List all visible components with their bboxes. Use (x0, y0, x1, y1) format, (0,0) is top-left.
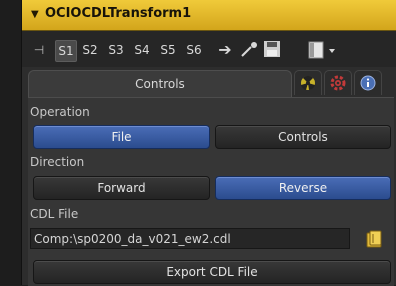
operation-controls-button[interactable]: Controls (215, 125, 391, 149)
version-s6-button[interactable]: S6 (183, 40, 205, 60)
direction-reverse-button[interactable]: Reverse (215, 176, 391, 200)
tab-info[interactable] (354, 70, 382, 95)
pin-icon[interactable]: ⊣ (30, 40, 48, 60)
node-header[interactable]: ▼ OCIOCDLTransform1 (22, 0, 396, 31)
node-title: OCIOCDLTransform1 (45, 6, 192, 21)
direction-forward-button[interactable]: Forward (33, 176, 210, 200)
inspector-panel: ▼ OCIOCDLTransform1 ⊣ S1 S2 S3 S4 S5 S6 … (21, 0, 396, 286)
version-s1-button[interactable]: S1 (55, 40, 77, 62)
cdl-file-label: CDL File (30, 207, 79, 221)
version-s5-button[interactable]: S5 (157, 40, 179, 60)
tab-bar: Controls (22, 67, 396, 97)
version-s2-button[interactable]: S2 (79, 40, 101, 60)
picker-icon[interactable] (239, 41, 259, 59)
info-icon (360, 75, 376, 91)
version-s3-button[interactable]: S3 (105, 40, 127, 60)
collapse-arrow-icon[interactable]: ▼ (31, 9, 39, 20)
export-cdl-file-button[interactable]: Export CDL File (33, 260, 391, 284)
save-icon[interactable] (263, 40, 281, 58)
radiation-icon (301, 75, 315, 90)
tab-controls[interactable]: Controls (28, 70, 292, 97)
version-s4-button[interactable]: S4 (131, 40, 153, 60)
gear-icon (330, 75, 346, 91)
toolbar: ⊣ S1 S2 S3 S4 S5 S6 ➔ (22, 31, 396, 67)
tab-settings[interactable] (324, 70, 352, 95)
left-gutter (0, 0, 21, 285)
cdl-file-field[interactable]: Comp:\sp0200_da_v021_ew2.cdl (30, 228, 350, 249)
direction-label: Direction (30, 155, 85, 169)
operation-file-button[interactable]: File (33, 125, 210, 149)
arrow-right-icon[interactable]: ➔ (215, 40, 235, 60)
split-view-icon[interactable] (308, 40, 338, 60)
operation-label: Operation (30, 105, 90, 119)
browse-folder-icon[interactable] (365, 229, 385, 249)
tab-radiation[interactable] (294, 70, 322, 95)
